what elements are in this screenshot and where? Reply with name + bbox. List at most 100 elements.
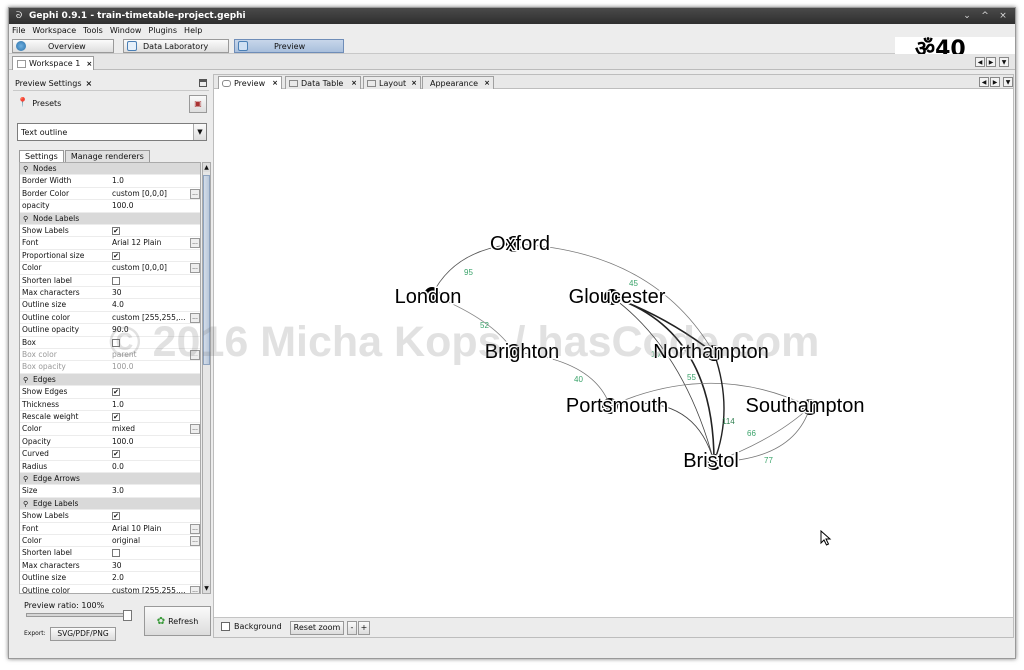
property-value[interactable]: 100.0 <box>112 200 133 212</box>
menu-window[interactable]: Window <box>110 26 142 35</box>
property-row[interactable]: Outline color custom [255,255,...... <box>20 585 200 593</box>
property-value[interactable]: 90.0 <box>112 324 129 336</box>
ellipsis-button[interactable]: ... <box>190 350 200 360</box>
property-value[interactable]: custom [255,255,... <box>112 312 185 324</box>
property-checkbox[interactable]: ✔ <box>112 450 120 459</box>
zoom-out-button[interactable]: - <box>347 621 357 635</box>
tab-layout[interactable]: Layout × <box>363 76 421 89</box>
property-row[interactable]: Max characters 30 <box>20 560 200 573</box>
property-row[interactable]: Proportional size ✔ <box>20 250 200 263</box>
property-row[interactable]: Box <box>20 337 200 349</box>
tabs-right-arrow-icon[interactable]: ▶ <box>990 77 1000 87</box>
property-row[interactable]: Outline color custom [255,255,...... <box>20 312 200 325</box>
property-row[interactable]: Show Labels ✔ <box>20 510 200 523</box>
property-row[interactable]: Show Labels ✔ <box>20 225 200 238</box>
property-row[interactable]: Color original... <box>20 535 200 548</box>
scroll-down-icon[interactable]: ▼ <box>203 584 210 593</box>
property-checkbox[interactable]: ✔ <box>112 251 120 260</box>
property-value[interactable]: 3.0 <box>112 485 124 497</box>
data-laboratory-button[interactable]: Data Laboratory <box>123 39 229 53</box>
close-panel-icon[interactable]: × <box>86 79 93 88</box>
property-checkbox[interactable] <box>112 338 120 347</box>
property-value[interactable]: 1.0 <box>112 175 124 187</box>
property-value[interactable]: parent <box>112 349 137 361</box>
ellipsis-button[interactable]: ... <box>190 188 200 199</box>
scroll-up-icon[interactable]: ▲ <box>203 163 210 172</box>
ellipsis-button[interactable]: ... <box>190 536 200 546</box>
property-value[interactable]: mixed <box>112 423 135 435</box>
property-checkbox[interactable]: ✔ <box>112 413 120 421</box>
close-tab-icon[interactable]: × <box>411 79 417 87</box>
workspace-dropdown-icon[interactable]: ▼ <box>999 57 1009 67</box>
property-value[interactable]: 4.0 <box>112 299 124 311</box>
export-button[interactable]: SVG/PDF/PNG <box>50 627 116 641</box>
close-workspace-icon[interactable]: × <box>86 60 92 68</box>
workspace-tab[interactable]: Workspace 1 × <box>12 56 94 70</box>
property-row[interactable]: Show Edges ✔ <box>20 386 200 399</box>
property-row[interactable]: Font Arial 10 Plain... <box>20 523 200 535</box>
workspace-right-arrow-icon[interactable]: ▶ <box>986 57 996 67</box>
property-row[interactable]: Border Width 1.0 <box>20 175 200 188</box>
menu-help[interactable]: Help <box>184 26 202 35</box>
property-value[interactable]: Arial 12 Plain <box>112 237 161 249</box>
minimize-panel-icon[interactable] <box>199 79 207 87</box>
menu-plugins[interactable]: Plugins <box>148 26 177 35</box>
property-value[interactable]: custom [0,0,0] <box>112 262 167 274</box>
tab-settings[interactable]: Settings <box>19 150 64 162</box>
menu-file[interactable]: File <box>12 26 25 35</box>
property-checkbox[interactable]: ✔ <box>112 512 120 521</box>
property-row[interactable]: Curved ✔ <box>20 448 200 461</box>
property-value[interactable]: 2.0 <box>112 572 124 584</box>
property-row[interactable]: Outline size 2.0 <box>20 572 200 585</box>
property-row[interactable]: Max characters 30 <box>20 287 200 300</box>
property-row[interactable]: Box opacity 100.0 <box>20 361 200 374</box>
minimize-icon[interactable]: ⌄ <box>961 10 973 22</box>
maximize-icon[interactable]: ^ <box>979 10 991 22</box>
tab-preview[interactable]: Preview × <box>218 76 282 89</box>
property-row[interactable]: Outline size 4.0 <box>20 299 200 312</box>
menu-workspace[interactable]: Workspace <box>32 26 76 35</box>
property-scrollbar[interactable]: ▲ ▼ <box>202 162 211 594</box>
property-value[interactable]: original <box>112 535 140 547</box>
menu-tools[interactable]: Tools <box>83 26 103 35</box>
ellipsis-button[interactable]: ... <box>190 263 200 274</box>
property-row[interactable]: Shorten label <box>20 275 200 287</box>
zoom-in-button[interactable]: + <box>358 621 370 635</box>
property-value[interactable]: custom [255,255,... <box>112 585 185 593</box>
ellipsis-button[interactable]: ... <box>190 312 200 323</box>
property-checkbox[interactable]: ✔ <box>112 227 120 235</box>
property-row[interactable]: Box color parent... <box>20 349 200 362</box>
property-checkbox[interactable] <box>112 276 120 285</box>
preview-mode-button[interactable]: Preview <box>234 39 344 53</box>
preview-ratio-slider[interactable] <box>26 610 132 621</box>
refresh-button[interactable]: ✿ Refresh <box>144 606 211 636</box>
ellipsis-button[interactable]: ... <box>190 238 200 249</box>
tab-data-table[interactable]: Data Table × <box>285 76 361 89</box>
close-tab-icon[interactable]: × <box>484 79 490 87</box>
close-tab-icon[interactable]: × <box>351 79 357 87</box>
tabs-left-arrow-icon[interactable]: ◀ <box>979 77 989 87</box>
property-row[interactable]: Border Color custom [0,0,0]... <box>20 188 200 201</box>
close-tab-icon[interactable]: × <box>272 79 278 87</box>
property-value[interactable]: 30 <box>112 287 122 299</box>
property-row[interactable]: Font Arial 12 Plain... <box>20 237 200 250</box>
ellipsis-button[interactable]: ... <box>190 523 200 534</box>
graph-canvas[interactable]: 95 45 52 105 40 55 114 66 77 Oxford Lond… <box>214 90 1013 614</box>
slider-knob[interactable] <box>123 610 132 621</box>
property-row[interactable]: Color mixed... <box>20 423 200 436</box>
property-row[interactable]: Outline opacity 90.0 <box>20 324 200 337</box>
reset-zoom-button[interactable]: Reset zoom <box>290 621 344 635</box>
property-checkbox[interactable] <box>112 549 120 558</box>
scroll-thumb[interactable] <box>203 175 210 365</box>
background-checkbox[interactable]: Background <box>221 622 282 631</box>
property-row[interactable]: Size 3.0 <box>20 485 200 498</box>
overview-button[interactable]: Overview <box>12 39 114 53</box>
tab-manage-renderers[interactable]: Manage renderers <box>64 150 150 162</box>
property-checkbox[interactable]: ✔ <box>112 388 120 397</box>
property-value[interactable]: Arial 10 Plain <box>112 523 161 535</box>
property-value[interactable]: 100.0 <box>112 436 133 448</box>
preset-select[interactable]: Text outline ▼ <box>17 123 207 141</box>
ellipsis-button[interactable]: ... <box>190 585 200 593</box>
close-window-icon[interactable]: × <box>997 10 1009 22</box>
property-row[interactable]: opacity 100.0 <box>20 200 200 213</box>
